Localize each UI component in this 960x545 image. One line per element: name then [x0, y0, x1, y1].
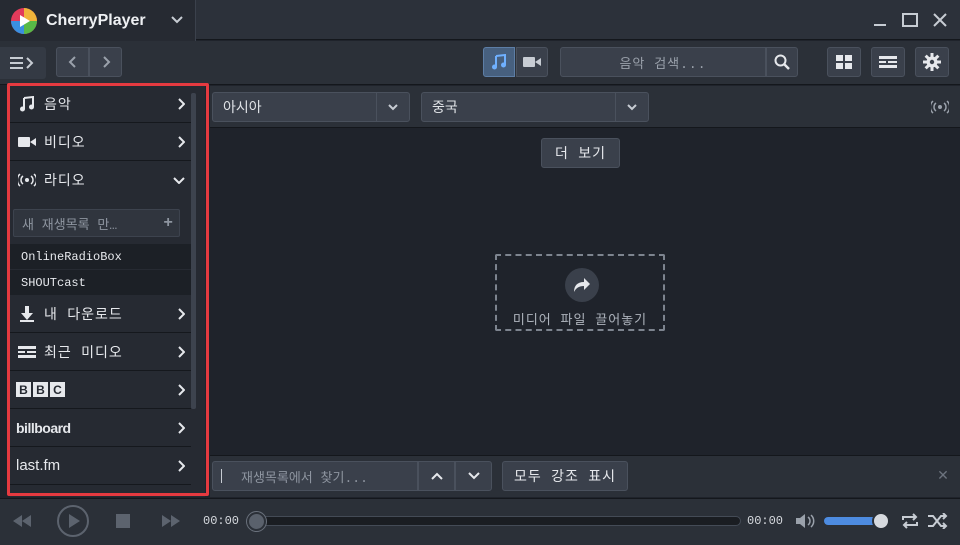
volume-fill	[824, 517, 874, 525]
recent-media-icon	[18, 345, 36, 358]
sidebar-item-billboard[interactable]: billboard	[10, 409, 191, 447]
sidebar-item-downloads[interactable]: 내 다운로드	[10, 295, 191, 333]
previous-match-button[interactable]	[418, 461, 455, 491]
app-tab[interactable]: CherryPlayer	[0, 0, 196, 41]
sidebar-item-lastfm[interactable]: last.fm	[10, 447, 191, 485]
sidebar-item-bbc[interactable]: B B C	[10, 371, 191, 409]
media-drop-zone[interactable]: 미디어 파일 끌어놓기	[495, 254, 665, 331]
chevron-down-icon	[467, 472, 480, 480]
grid-view-button[interactable]	[827, 47, 861, 77]
video-camera-icon	[523, 57, 541, 67]
back-button[interactable]	[56, 47, 89, 77]
playlist-item-shoutcast[interactable]: SHOUTcast	[10, 270, 191, 295]
chevron-down-icon	[388, 103, 398, 110]
chevron-right-icon	[178, 459, 185, 472]
play-icon[interactable]	[56, 504, 90, 538]
video-camera-icon	[18, 136, 36, 147]
region-value: 아시아	[223, 101, 262, 117]
new-playlist-input[interactable]: 새 재생목록 만… +	[13, 209, 180, 237]
country-dropdown[interactable]: 중국	[421, 92, 649, 122]
chevron-left-icon	[68, 56, 76, 68]
close-icon[interactable]: ✕	[936, 468, 950, 484]
list-view-button[interactable]	[871, 47, 905, 77]
chevron-right-icon	[178, 307, 185, 320]
total-time: 00:00	[747, 514, 784, 528]
video-mode-button[interactable]	[516, 47, 548, 77]
text-caret	[221, 469, 222, 483]
chevron-up-icon	[430, 472, 443, 480]
seek-bar[interactable]	[256, 516, 741, 526]
sidebar-item-music[interactable]: 음악	[10, 85, 191, 123]
radio-broadcast-icon[interactable]	[931, 100, 949, 114]
menu-button[interactable]	[0, 47, 46, 79]
search-icon	[774, 54, 790, 70]
list-view-icon	[879, 56, 897, 68]
volume-icon[interactable]	[795, 513, 817, 529]
chevron-down-icon[interactable]	[170, 13, 184, 27]
region-dropdown[interactable]: 아시아	[212, 92, 410, 122]
cherryplayer-logo-icon	[11, 7, 37, 34]
seek-handle[interactable]	[247, 512, 266, 531]
radio-broadcast-icon	[18, 173, 36, 187]
drop-hint: 미디어 파일 끌어놓기	[512, 313, 648, 328]
bbc-logo: B B C	[16, 382, 65, 397]
sidebar-item-label: 최근 미디오	[44, 345, 123, 362]
navigation-group	[56, 47, 122, 77]
sidebar-item-label: 내 다운로드	[44, 307, 123, 324]
toolbar	[0, 41, 960, 85]
shuffle-icon[interactable]	[927, 513, 949, 529]
chevron-down-icon	[627, 103, 637, 110]
chevron-down-icon	[173, 177, 185, 184]
highlight-all-button[interactable]: 모두 강조 표시	[502, 461, 628, 491]
previous-track-icon[interactable]	[11, 513, 33, 529]
music-note-icon	[492, 54, 506, 70]
next-match-button[interactable]	[455, 461, 492, 491]
gear-icon	[923, 53, 941, 71]
share-arrow-icon	[565, 268, 599, 302]
plus-icon[interactable]: +	[163, 214, 173, 232]
forward-button[interactable]	[89, 47, 122, 77]
music-search-input[interactable]: 음악 검색...	[560, 47, 766, 77]
chevron-right-icon	[178, 345, 185, 358]
elapsed-time: 00:00	[203, 514, 240, 528]
maximize-icon[interactable]	[900, 10, 920, 30]
close-icon[interactable]	[930, 10, 950, 30]
chevron-right-icon	[178, 135, 185, 148]
grid-view-icon	[836, 55, 852, 69]
more-button[interactable]: 더 보기	[541, 138, 620, 168]
hamburger-icon	[10, 57, 34, 69]
chevron-right-icon	[178, 383, 185, 396]
new-playlist-placeholder: 새 재생목록 만…	[22, 217, 118, 233]
music-mode-button[interactable]	[483, 47, 515, 77]
sidebar-item-recent-media[interactable]: 최근 미디오	[10, 333, 191, 371]
lastfm-logo: last.fm	[16, 457, 61, 474]
search-button[interactable]	[766, 47, 798, 77]
stop-icon[interactable]	[116, 514, 130, 528]
playlist-search-input[interactable]: 재생목록에서 찾기...	[212, 461, 418, 491]
playlist-item-onlineradiobox[interactable]: OnlineRadioBox	[10, 244, 191, 269]
sidebar-item-label: 음악	[44, 97, 72, 114]
app-name: CherryPlayer	[46, 11, 146, 29]
sidebar-scrollbar[interactable]	[191, 93, 196, 409]
minimize-icon[interactable]	[870, 10, 890, 30]
next-track-icon[interactable]	[160, 513, 182, 529]
chevron-right-icon	[178, 97, 185, 110]
country-value: 중국	[432, 101, 458, 117]
repeat-icon[interactable]	[900, 513, 920, 529]
volume-handle[interactable]	[872, 512, 890, 530]
sidebar-item-label: 비디오	[44, 135, 86, 152]
sidebar-item-label: 라디오	[44, 174, 86, 190]
sidebar-item-video[interactable]: 비디오	[10, 123, 191, 161]
chevron-right-icon	[102, 56, 110, 68]
download-icon	[20, 305, 34, 322]
playlist-search-placeholder: 재생목록에서 찾기...	[241, 470, 368, 486]
sidebar-item-radio[interactable]: 라디오	[10, 161, 191, 199]
settings-button[interactable]	[915, 47, 949, 77]
billboard-logo: billboard	[16, 419, 71, 436]
chevron-right-icon	[178, 421, 185, 434]
music-note-icon	[20, 95, 34, 111]
